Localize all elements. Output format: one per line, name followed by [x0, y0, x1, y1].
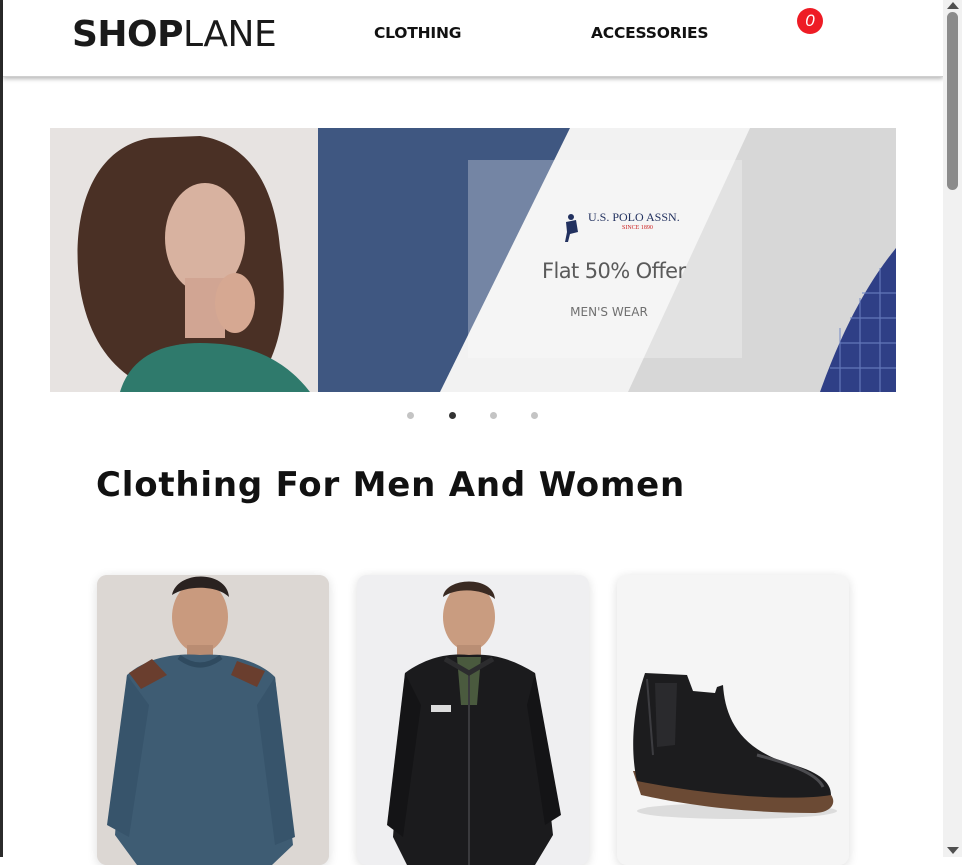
page-scrollbar[interactable]: [943, 0, 962, 857]
banner-brand-logo: U.S. POLO ASSN. SINCE 1890: [588, 210, 738, 231]
carousel-dot-2-active[interactable]: [449, 412, 456, 419]
carousel-dot-3[interactable]: [490, 412, 497, 419]
boot-product-image: [617, 575, 849, 865]
banner-artwork: [50, 128, 896, 392]
jacket-product-image: [357, 575, 589, 865]
section-title: Clothing For Men And Women: [96, 465, 686, 505]
site-header: SHOPLANE CLOTHING ACCESSORIES 0: [3, 0, 943, 77]
carousel-dot-1[interactable]: [407, 412, 414, 419]
nav-clothing-link[interactable]: CLOTHING: [374, 24, 461, 42]
site-logo[interactable]: SHOPLANE: [72, 13, 277, 57]
banner-brand-since: SINCE 1890: [622, 225, 653, 231]
logo-light-text: LANE: [183, 14, 277, 55]
window-frame-left: [0, 0, 3, 857]
product-card-boot[interactable]: [617, 575, 849, 865]
sweater-product-image: [97, 575, 329, 865]
product-card-jacket[interactable]: [357, 575, 589, 865]
cart-count-badge[interactable]: 0: [797, 8, 823, 34]
banner-offer-text: Flat 50% Offer: [542, 259, 686, 283]
carousel-dot-4[interactable]: [531, 412, 538, 419]
scroll-up-arrow-icon[interactable]: [947, 2, 959, 9]
scroll-down-arrow-icon[interactable]: [947, 847, 959, 854]
product-card-sweater[interactable]: [97, 575, 329, 865]
nav-accessories-link[interactable]: ACCESSORIES: [591, 24, 709, 42]
promo-banner-slide[interactable]: U.S. POLO ASSN. SINCE 1890 Flat 50% Offe…: [50, 128, 896, 392]
logo-bold-text: SHOP: [72, 14, 184, 55]
scrollbar-thumb[interactable]: [947, 12, 958, 190]
banner-brand-name: U.S. POLO ASSN.: [588, 210, 680, 224]
banner-subtitle: MEN'S WEAR: [570, 305, 648, 319]
